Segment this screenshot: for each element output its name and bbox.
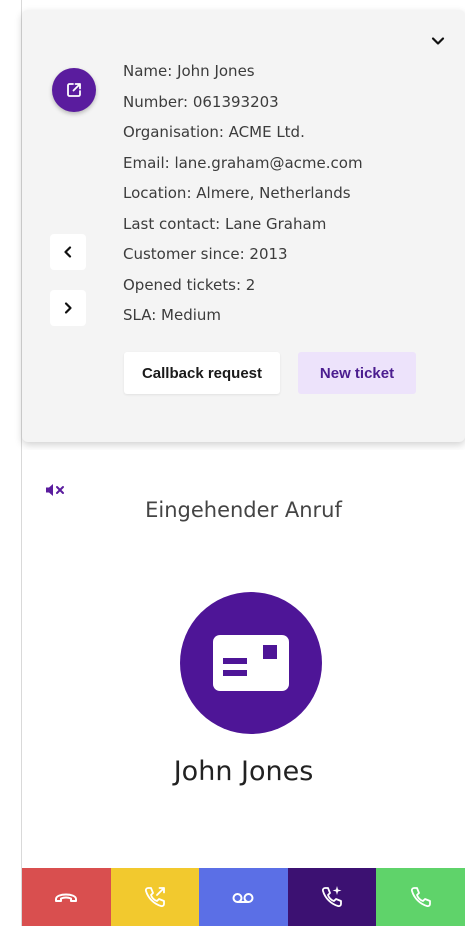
ai-call-button[interactable]	[287, 868, 377, 926]
chevron-right-icon	[64, 302, 72, 314]
callback-request-button[interactable]: Callback request	[124, 352, 280, 394]
hang-up-button[interactable]	[22, 868, 111, 926]
voicemail-icon	[232, 893, 254, 903]
forward-call-button[interactable]	[110, 868, 200, 926]
caller-avatar	[180, 592, 322, 734]
customer-last-contact: Last contact: Lane Graham	[123, 214, 327, 233]
call-action-bar	[22, 868, 465, 926]
external-link-icon	[67, 83, 81, 97]
previous-customer-button[interactable]	[50, 234, 86, 270]
customer-opened-tickets: Opened tickets: 2	[123, 275, 256, 294]
voicemail-button[interactable]	[199, 868, 288, 926]
customer-since: Customer since: 2013	[123, 245, 288, 263]
caller-name: John Jones	[173, 756, 314, 787]
accept-call-icon	[410, 887, 431, 908]
customer-card: Name: John Jones Number: 061393203 Organ…	[22, 10, 465, 442]
chevron-down-icon	[431, 37, 445, 45]
chevron-left-icon	[64, 246, 72, 258]
customer-sla: SLA: Medium	[123, 306, 222, 324]
hang-up-icon	[55, 893, 78, 902]
incoming-call-panel: Eingehender Anruf John Jones	[22, 450, 465, 868]
contact-card-icon	[213, 635, 289, 691]
next-customer-button[interactable]	[50, 290, 86, 326]
customer-email: Email: lane.graham@acme.com	[123, 153, 363, 172]
customer-details: Name: John Jones Number: 061393203 Organ…	[123, 60, 363, 335]
mute-button[interactable]	[44, 480, 68, 500]
customer-location: Location: Almere, Netherlands	[123, 184, 351, 202]
customer-organisation: Organisation: ACME Ltd.	[123, 123, 305, 141]
customer-name: Name: John Jones	[123, 62, 255, 80]
accept-call-button[interactable]	[376, 868, 465, 926]
speaker-muted-icon	[46, 484, 64, 496]
new-ticket-button[interactable]: New ticket	[298, 352, 416, 394]
forward-call-icon	[144, 887, 165, 908]
ai-call-icon	[322, 886, 342, 908]
collapse-button[interactable]	[427, 30, 449, 52]
call-status-text: Eingehender Anruf	[145, 498, 342, 522]
customer-number: Number: 061393203	[123, 92, 279, 111]
open-customer-button[interactable]	[52, 68, 96, 112]
